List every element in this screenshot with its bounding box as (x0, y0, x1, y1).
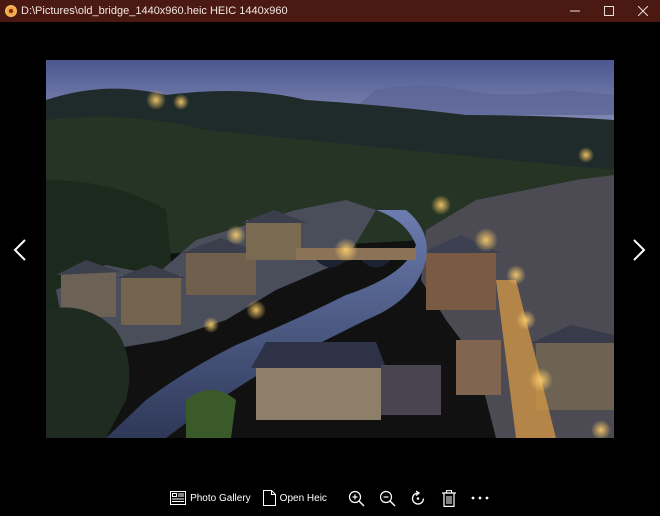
window-controls (558, 0, 660, 22)
photo-canvas (46, 60, 614, 438)
next-image-button[interactable] (627, 234, 651, 266)
rotate-icon (411, 489, 425, 505)
more-icon (472, 496, 489, 500)
title-bar: D:\Pictures\old_bridge_1440x960.heic HEI… (0, 0, 660, 22)
displayed-photo (46, 60, 614, 438)
delete-button[interactable] (434, 484, 465, 512)
zoom-in-icon (348, 490, 365, 506)
rotate-button[interactable] (403, 484, 434, 512)
image-viewer (0, 22, 660, 480)
chevron-left-icon (13, 239, 26, 261)
minimize-icon (570, 10, 580, 12)
close-button[interactable] (626, 0, 660, 22)
zoom-out-icon (379, 490, 396, 506)
zoom-out-button[interactable] (372, 484, 403, 512)
minimize-button[interactable] (558, 0, 592, 22)
maximize-icon (604, 6, 614, 16)
zoom-in-button[interactable] (341, 484, 372, 512)
open-heic-button[interactable]: Open Heic (257, 484, 333, 512)
chevron-right-icon (633, 239, 646, 261)
close-icon (638, 6, 648, 16)
window-title: D:\Pictures\old_bridge_1440x960.heic HEI… (21, 5, 288, 17)
open-heic-label: Open Heic (279, 492, 327, 504)
maximize-button[interactable] (592, 0, 626, 22)
viewer-app-icon (5, 5, 17, 17)
photo-gallery-label: Photo Gallery (190, 492, 251, 504)
file-icon (262, 490, 276, 506)
delete-icon (442, 489, 457, 507)
more-options-button[interactable] (465, 484, 496, 512)
bottom-toolbar: Photo Gallery Open Heic (0, 480, 660, 516)
photo-gallery-button[interactable]: Photo Gallery (164, 484, 257, 512)
previous-image-button[interactable] (8, 234, 32, 266)
gallery-icon (170, 491, 187, 505)
